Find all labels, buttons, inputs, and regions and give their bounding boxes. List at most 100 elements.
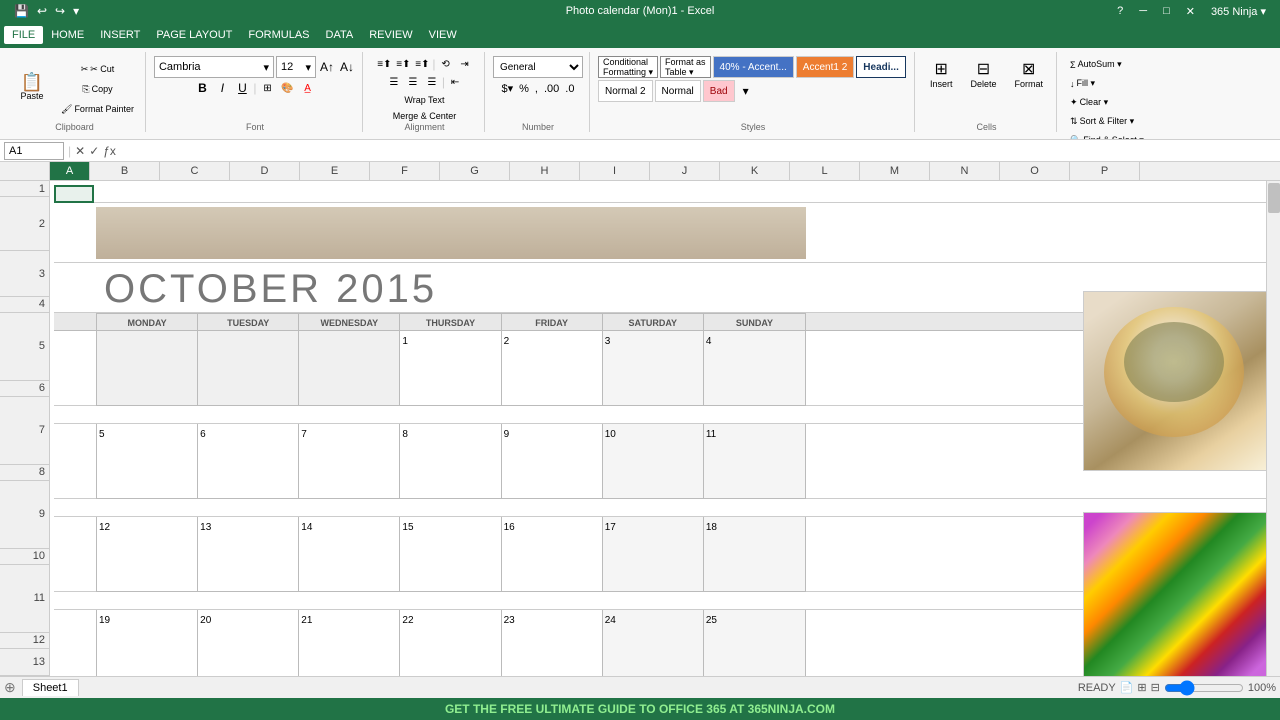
menu-home[interactable]: HOME bbox=[43, 26, 92, 44]
currency-button[interactable]: $▾ bbox=[499, 80, 515, 97]
outdent-button[interactable]: ⇤ bbox=[446, 74, 464, 90]
increase-decimal-button[interactable]: .00 bbox=[542, 81, 561, 97]
cal-day-empty-2[interactable] bbox=[198, 331, 299, 405]
style-accent2-button[interactable]: Accent1 2 bbox=[796, 56, 854, 78]
sort-filter-button[interactable]: ⇅ Sort & Filter ▾ bbox=[1065, 113, 1149, 130]
layout-view-button[interactable]: ⊞ bbox=[1137, 681, 1146, 694]
col-header-b[interactable]: B bbox=[90, 162, 160, 180]
format-painter-button[interactable]: 🖌 Format Painter bbox=[56, 100, 139, 118]
fill-button[interactable]: ↓ Fill ▾ bbox=[1065, 75, 1149, 92]
cal-day-17[interactable]: 17 bbox=[603, 517, 704, 591]
sheet-tab-1[interactable]: Sheet1 bbox=[22, 679, 79, 696]
insert-button[interactable]: ⊞ Insert bbox=[923, 56, 960, 92]
cal-day-2[interactable]: 2 bbox=[502, 331, 603, 405]
align-top-center-button[interactable]: ≡⬆ bbox=[394, 56, 412, 72]
col-header-c[interactable]: C bbox=[160, 162, 230, 180]
clear-button[interactable]: ✦ Clear ▾ bbox=[1065, 94, 1149, 111]
cal-day-7[interactable]: 7 bbox=[299, 424, 400, 498]
font-color-button[interactable]: A̲ bbox=[299, 80, 317, 96]
font-size-select[interactable]: 12 ▾ bbox=[276, 56, 316, 78]
col-header-e[interactable]: E bbox=[300, 162, 370, 180]
cal-day-empty-3[interactable] bbox=[299, 331, 400, 405]
style-normal2-button[interactable]: Normal 2 bbox=[598, 80, 653, 102]
style-normal-button[interactable]: Normal bbox=[655, 80, 701, 102]
row-header-3[interactable]: 3 bbox=[0, 251, 49, 296]
menu-insert[interactable]: INSERT bbox=[92, 26, 148, 44]
underline-button[interactable]: U bbox=[233, 80, 251, 96]
align-top-right-button[interactable]: ≡⬆ bbox=[413, 56, 431, 72]
decrease-decimal-button[interactable]: .0 bbox=[563, 81, 576, 97]
redo-button[interactable]: ↪ bbox=[53, 4, 67, 18]
text-direction-button[interactable]: ⟲ bbox=[437, 56, 455, 72]
col-header-h[interactable]: H bbox=[510, 162, 580, 180]
cal-day-12[interactable]: 12 bbox=[97, 517, 198, 591]
col-header-l[interactable]: L bbox=[790, 162, 860, 180]
cal-day-16[interactable]: 16 bbox=[502, 517, 603, 591]
col-header-m[interactable]: M bbox=[860, 162, 930, 180]
col-header-n[interactable]: N bbox=[930, 162, 1000, 180]
format-as-table-button[interactable]: Format asTable ▾ bbox=[660, 56, 711, 78]
formula-controls[interactable]: ✕ ✓ ƒx bbox=[75, 144, 116, 158]
quick-access-toolbar[interactable]: 💾 ↩ ↪ ▾ bbox=[8, 4, 85, 18]
save-button[interactable]: 💾 bbox=[12, 4, 31, 18]
cal-day-22[interactable]: 22 bbox=[400, 610, 501, 676]
cal-day-empty-1[interactable] bbox=[97, 331, 198, 405]
borders-button[interactable]: ⊞ bbox=[259, 80, 277, 96]
format-button[interactable]: ⊠ Format bbox=[1008, 56, 1051, 92]
number-format-select[interactable]: General Number Currency Percentage bbox=[493, 56, 583, 78]
col-header-a[interactable]: A bbox=[50, 162, 90, 180]
col-header-d[interactable]: D bbox=[230, 162, 300, 180]
formula-input[interactable] bbox=[120, 145, 1276, 157]
menu-file[interactable]: FILE bbox=[4, 26, 43, 44]
cal-day-18[interactable]: 18 bbox=[704, 517, 805, 591]
align-center-button[interactable]: ☰ bbox=[404, 74, 422, 90]
qat-dropdown[interactable]: ▾ bbox=[71, 4, 81, 18]
bold-button[interactable]: B bbox=[193, 80, 211, 96]
cancel-formula-icon[interactable]: ✕ bbox=[75, 144, 85, 158]
decrease-font-button[interactable]: A↓ bbox=[338, 59, 356, 75]
close-button[interactable]: ✕ bbox=[1180, 5, 1201, 18]
cal-day-25[interactable]: 25 bbox=[704, 610, 805, 676]
row-header-2[interactable]: 2 bbox=[0, 197, 49, 251]
cal-day-10[interactable]: 10 bbox=[603, 424, 704, 498]
conditional-formatting-button[interactable]: ConditionalFormatting ▾ bbox=[598, 56, 658, 78]
maximize-button[interactable]: □ bbox=[1157, 5, 1176, 18]
select-all-button[interactable] bbox=[0, 162, 50, 180]
cal-day-15[interactable]: 15 bbox=[400, 517, 501, 591]
cal-day-13[interactable]: 13 bbox=[198, 517, 299, 591]
col-header-p[interactable]: P bbox=[1070, 162, 1140, 180]
cal-day-20[interactable]: 20 bbox=[198, 610, 299, 676]
paste-button[interactable]: 📋 Paste bbox=[10, 58, 54, 116]
menu-data[interactable]: DATA bbox=[318, 26, 362, 44]
cal-day-23[interactable]: 23 bbox=[502, 610, 603, 676]
indent-button[interactable]: ⇥ bbox=[456, 56, 474, 72]
cal-day-11[interactable]: 11 bbox=[704, 424, 805, 498]
increase-font-button[interactable]: A↑ bbox=[318, 59, 336, 75]
app-name[interactable]: 365 Ninja ▾ bbox=[1205, 5, 1272, 18]
row-header-7[interactable]: 7 bbox=[0, 397, 49, 465]
row-header-1[interactable]: 1 bbox=[0, 181, 49, 197]
col-header-f[interactable]: F bbox=[370, 162, 440, 180]
font-name-select[interactable]: Cambria ▾ bbox=[154, 56, 274, 78]
col-header-g[interactable]: G bbox=[440, 162, 510, 180]
cut-button[interactable]: ✂ ✂ Cut bbox=[56, 60, 139, 78]
menu-review[interactable]: REVIEW bbox=[361, 26, 420, 44]
col-header-i[interactable]: I bbox=[580, 162, 650, 180]
fill-color-button[interactable]: 🎨 bbox=[279, 80, 297, 96]
zoom-slider[interactable] bbox=[1164, 680, 1244, 696]
menu-formulas[interactable]: FORMULAS bbox=[240, 26, 317, 44]
row-header-5[interactable]: 5 bbox=[0, 313, 49, 381]
cal-day-21[interactable]: 21 bbox=[299, 610, 400, 676]
copy-button[interactable]: ⎘ Copy bbox=[56, 80, 139, 98]
autosum-button[interactable]: Σ AutoSum ▾ bbox=[1065, 56, 1149, 73]
row-header-13[interactable]: 13 bbox=[0, 649, 49, 676]
align-left-button[interactable]: ☰ bbox=[385, 74, 403, 90]
cal-day-14[interactable]: 14 bbox=[299, 517, 400, 591]
cal-day-9[interactable]: 9 bbox=[502, 424, 603, 498]
add-sheet-button[interactable]: ⊕ bbox=[4, 679, 16, 696]
col-header-k[interactable]: K bbox=[720, 162, 790, 180]
style-40-accent-button[interactable]: 40% - Accent... bbox=[713, 56, 794, 78]
help-button[interactable]: ? bbox=[1111, 5, 1129, 18]
comma-button[interactable]: , bbox=[533, 81, 540, 97]
page-break-view-button[interactable]: ⊟ bbox=[1151, 681, 1160, 694]
